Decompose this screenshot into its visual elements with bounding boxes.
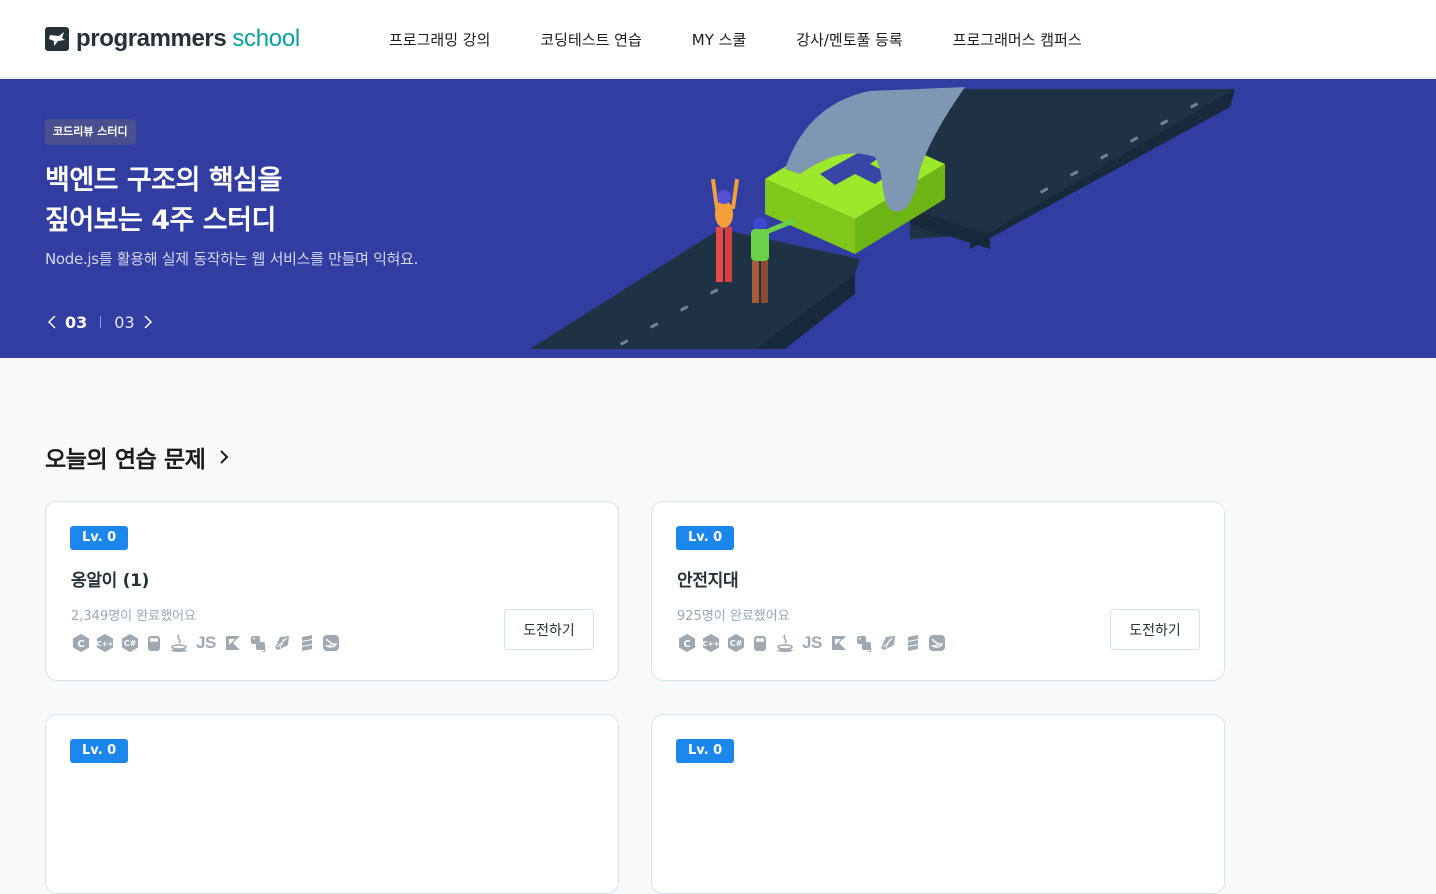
svg-text:C: C	[683, 639, 690, 650]
c-icon: C	[677, 633, 697, 653]
total-slide-number: 03	[114, 312, 135, 332]
banner-pager: 03 03	[45, 311, 155, 333]
ruby-icon	[272, 633, 292, 653]
svg-text:C#: C#	[729, 639, 742, 648]
go-icon	[144, 633, 164, 653]
language-list: C C++ C# JS 3	[71, 633, 345, 653]
cpp-icon: C++	[95, 633, 115, 653]
python3-icon: 3	[854, 633, 874, 653]
banner-title: 백엔드 구조의 핵심을 짚어보는 4주 스터디	[45, 161, 282, 241]
svg-text:3: 3	[868, 647, 872, 653]
javascript-icon: JS	[196, 633, 216, 652]
problem-card[interactable]: Lv. 0 안전지대 925명이 완료했어요 C C++ C# JS 3 도전하…	[651, 501, 1225, 681]
banner-title-line2: 짚어보는 4주 스터디	[45, 205, 276, 236]
svg-text:3: 3	[262, 647, 266, 653]
swift-icon	[321, 633, 341, 653]
completion-count: 2,349명이 완료했어요	[71, 609, 197, 624]
chevron-right-icon	[219, 449, 229, 465]
ruby-icon	[878, 633, 898, 653]
completion-count: 925명이 완료했어요	[677, 609, 790, 624]
c-icon: C	[71, 633, 91, 653]
prev-slide-icon[interactable]	[45, 311, 59, 333]
banner-illustration	[530, 87, 1235, 349]
logo-bird-icon	[45, 27, 69, 51]
nav-coding-test-practice[interactable]: 코딩테스트 연습	[540, 29, 641, 50]
banner-category-badge: 코드리뷰 스터디	[45, 119, 136, 145]
logo-school-text: school	[232, 25, 300, 52]
level-badge: Lv. 0	[70, 526, 129, 550]
java-icon	[775, 633, 795, 653]
banner-subtitle: Node.js를 활용해 실제 동작하는 웹 서비스를 만들며 익혀요.	[45, 250, 419, 268]
cpp-icon: C++	[701, 633, 721, 653]
scala-icon	[297, 633, 317, 653]
nav-instructor-mentor-register[interactable]: 강사/멘토풀 등록	[796, 29, 902, 50]
problem-card[interactable]: Lv. 0	[45, 714, 619, 894]
javascript-icon: JS	[802, 633, 822, 652]
main-nav: 프로그래밍 강의 코딩테스트 연습 MY 스쿨 강사/멘토풀 등록 프로그래머스…	[389, 0, 1082, 78]
svg-text:C++: C++	[703, 640, 720, 648]
swift-icon	[927, 633, 947, 653]
nav-my-school[interactable]: MY 스쿨	[692, 29, 746, 50]
csharp-icon: C#	[726, 633, 746, 653]
kotlin-icon	[223, 633, 243, 653]
todays-practice-problems-link[interactable]: 오늘의 연습 문제	[45, 440, 229, 474]
nav-programming-courses[interactable]: 프로그래밍 강의	[389, 29, 490, 50]
level-badge: Lv. 0	[676, 526, 735, 550]
problem-title: 옹알이 (1)	[71, 571, 150, 591]
current-slide-number: 03	[65, 312, 88, 332]
level-badge: Lv. 0	[676, 739, 735, 763]
problem-title: 안전지대	[677, 571, 739, 591]
go-icon	[750, 633, 770, 653]
banner-title-line1: 백엔드 구조의 핵심을	[45, 165, 282, 196]
level-badge: Lv. 0	[70, 739, 129, 763]
logo-brand-text: programmers	[76, 25, 227, 52]
problem-card[interactable]: Lv. 0 옹알이 (1) 2,349명이 완료했어요 C C++ C# JS …	[45, 501, 619, 681]
next-slide-icon[interactable]	[141, 311, 155, 333]
programmers-school-logo[interactable]: programmers school	[45, 24, 300, 54]
kotlin-icon	[829, 633, 849, 653]
problem-card[interactable]: Lv. 0	[651, 714, 1225, 894]
svg-text:C++: C++	[97, 640, 114, 648]
section-title: 오늘의 연습 문제	[45, 447, 206, 473]
challenge-button[interactable]: 도전하기	[504, 609, 594, 650]
nav-programmers-campus[interactable]: 프로그래머스 캠퍼스	[953, 29, 1082, 50]
python3-icon: 3	[248, 633, 268, 653]
top-header: programmers school 프로그래밍 강의 코딩테스트 연습 MY …	[0, 0, 1436, 78]
challenge-button[interactable]: 도전하기	[1110, 609, 1200, 650]
hero-banner[interactable]: 코드리뷰 스터디 백엔드 구조의 핵심을 짚어보는 4주 스터디 Node.js…	[0, 79, 1436, 358]
java-icon	[169, 633, 189, 653]
pager-divider	[100, 316, 102, 328]
scala-icon	[903, 633, 923, 653]
svg-text:C: C	[77, 639, 84, 650]
language-list: C C++ C# JS 3	[677, 633, 951, 653]
csharp-icon: C#	[120, 633, 140, 653]
svg-text:C#: C#	[123, 639, 136, 648]
